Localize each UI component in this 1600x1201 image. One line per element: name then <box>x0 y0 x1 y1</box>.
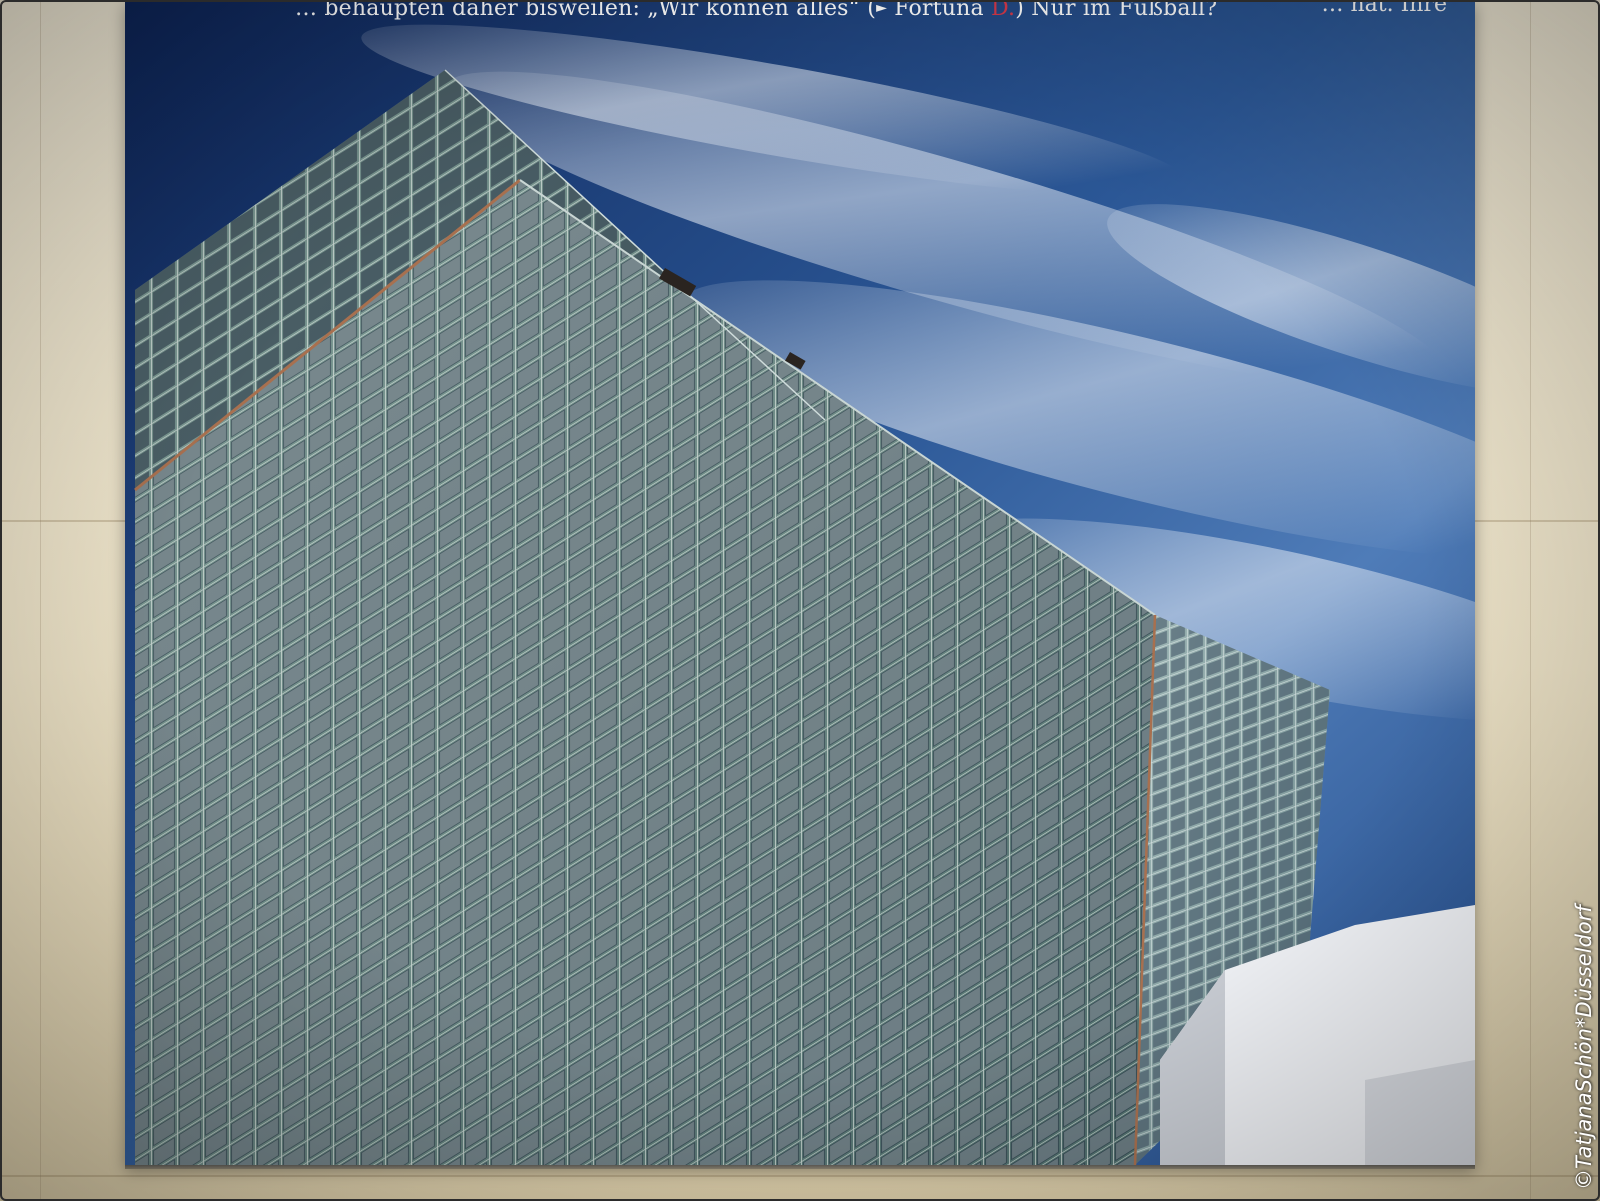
photo-scene: … behaupten daher bisweilen: „Wir können… <box>0 0 1600 1201</box>
cover-text-main: … behaupten daher bisweilen: „Wir können… <box>295 0 877 21</box>
cover-text-fragment: … hat. Ihre <box>1321 0 1447 17</box>
cover-text-line: … behaupten daher bisweilen: „Wir können… <box>295 0 1465 25</box>
cover-text-fortuna: Fortuna <box>887 0 991 21</box>
wall-line <box>40 0 41 1201</box>
book-back-cover: … behaupten daher bisweilen: „Wir können… <box>125 0 1475 1165</box>
right-triangle-arrow-icon: ► <box>876 0 888 17</box>
copyright-watermark: ©TatjanaSchön*Düsseldorf <box>1572 905 1596 1190</box>
cover-text-accent-d: D. <box>990 0 1016 21</box>
floor-seam <box>0 1175 1600 1177</box>
cover-text: … behaupten daher bisweilen: „Wir können… <box>295 0 1465 25</box>
building-photo <box>125 0 1475 1165</box>
wall-line <box>1530 0 1531 1201</box>
cover-text-tail: ) Nur im Fußball? <box>1015 0 1218 21</box>
